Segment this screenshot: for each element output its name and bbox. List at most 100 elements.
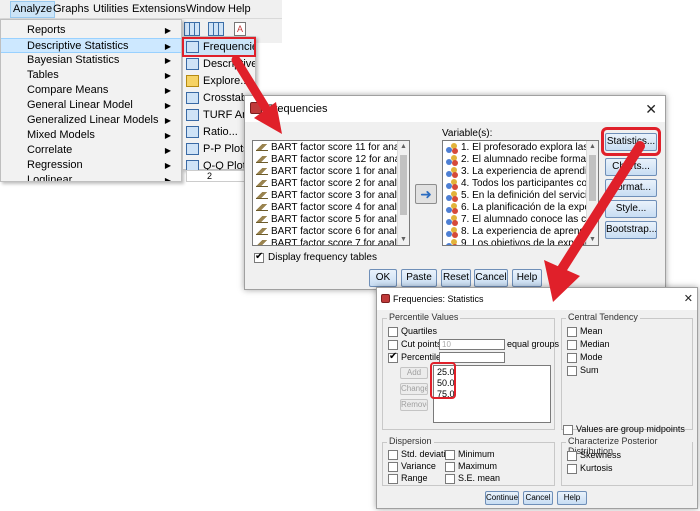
menu-item-reports[interactable]: Reports ▶ bbox=[1, 23, 181, 38]
cancel-button[interactable]: Cancel bbox=[474, 269, 508, 287]
change-button[interactable]: Change bbox=[400, 383, 428, 395]
median-checkbox[interactable] bbox=[567, 340, 577, 350]
scale-variable-icon bbox=[256, 180, 268, 187]
menu-item-tables[interactable]: Tables ▶ bbox=[1, 68, 181, 83]
help-button[interactable]: Help bbox=[557, 491, 587, 505]
menu-analyze[interactable]: Analyze bbox=[10, 1, 56, 18]
submenu-item-explore[interactable]: Explore... bbox=[183, 72, 255, 90]
list-item[interactable]: BART factor score 7 for analysis ... bbox=[253, 238, 409, 245]
list-item[interactable]: BART factor score 4 for analysis ... bbox=[253, 202, 409, 214]
mode-checkbox[interactable] bbox=[567, 353, 577, 363]
list-item[interactable]: 4. Todos los participantes colabo... bbox=[443, 178, 598, 190]
remove-button[interactable]: Remove bbox=[400, 399, 428, 411]
list-item[interactable]: BART factor score 12 for analysis... bbox=[253, 154, 409, 166]
range-checkbox[interactable] bbox=[388, 474, 398, 484]
list-item[interactable]: BART factor score 6 for analysis ... bbox=[253, 226, 409, 238]
menu-item-label: General Linear Model bbox=[27, 99, 133, 111]
se-mean-checkbox[interactable] bbox=[445, 474, 455, 484]
list-item[interactable]: 8. La experiencia de aprendizaje... bbox=[443, 226, 598, 238]
kurtosis-label: Kurtosis bbox=[580, 463, 613, 473]
help-button[interactable]: Help bbox=[512, 269, 542, 287]
menu-item-loglinear[interactable]: Loglinear ▶ bbox=[1, 173, 181, 181]
submenu-item-label: Ratio... bbox=[203, 126, 238, 138]
submenu-item-frequencies[interactable]: Frequencies... bbox=[182, 37, 256, 57]
frequencies-statistics-dialog: Frequencies: Statistics ✕ Percentile Val… bbox=[376, 287, 698, 509]
scroll-down-icon[interactable]: ▼ bbox=[398, 234, 409, 245]
cancel-button[interactable]: Cancel bbox=[523, 491, 553, 505]
reset-button[interactable]: Reset bbox=[441, 269, 471, 287]
source-variable-list[interactable]: BART factor score 11 for analysis... BAR… bbox=[252, 140, 410, 246]
posterior-distribution-group: Characterize Posterior Distribution Skew… bbox=[561, 436, 693, 486]
list-item[interactable]: BART factor score 11 for analysis... bbox=[253, 142, 409, 154]
group-midpoints-checkbox[interactable] bbox=[563, 425, 573, 435]
list-item[interactable]: BART factor score 5 for analysis ... bbox=[253, 214, 409, 226]
list-item[interactable]: BART factor score 1 for analysis ... bbox=[253, 166, 409, 178]
pp-plots-icon bbox=[186, 143, 199, 155]
menu-item-bayesian-statistics[interactable]: Bayesian Statistics ▶ bbox=[1, 53, 181, 68]
menu-help[interactable]: Help bbox=[228, 3, 251, 15]
menu-item-correlate[interactable]: Correlate ▶ bbox=[1, 143, 181, 158]
quartiles-checkbox[interactable] bbox=[388, 327, 398, 337]
target-variable-list[interactable]: 1. El profesorado explora las exp... 2. … bbox=[442, 140, 599, 246]
list-item[interactable]: 2. El alumnado recibe formación ... bbox=[443, 154, 598, 166]
variance-checkbox[interactable] bbox=[388, 462, 398, 472]
variable-grid-icon[interactable] bbox=[208, 22, 224, 36]
style-button[interactable]: Style... bbox=[605, 200, 657, 218]
list-item[interactable]: 7. El alumnado conoce las caract... bbox=[443, 214, 598, 226]
add-button[interactable]: Add bbox=[400, 367, 428, 379]
mean-checkbox[interactable] bbox=[567, 327, 577, 337]
menu-item-mixed-models[interactable]: Mixed Models ▶ bbox=[1, 128, 181, 143]
submenu-item-label: Explore... bbox=[203, 75, 250, 87]
bootstrap-button[interactable]: Bootstrap... bbox=[605, 221, 657, 239]
source-list-scrollbar[interactable]: ▲ ▼ bbox=[397, 141, 409, 245]
std-deviation-checkbox[interactable] bbox=[388, 450, 398, 460]
format-button[interactable]: Format... bbox=[605, 179, 657, 197]
paste-button[interactable]: Paste bbox=[401, 269, 437, 287]
menu-item-regression[interactable]: Regression ▶ bbox=[1, 158, 181, 173]
scrollbar-thumb[interactable] bbox=[589, 155, 596, 201]
analyze-menu: Reports ▶ Descriptive Statistics ▶ Bayesia… bbox=[0, 19, 182, 182]
list-item[interactable]: 5. En la definición del servicio se ... bbox=[443, 190, 598, 202]
percentiles-checkbox[interactable] bbox=[388, 351, 398, 363]
list-item[interactable]: 6. La planificación de la experien... bbox=[443, 202, 598, 214]
kurtosis-checkbox[interactable] bbox=[567, 464, 577, 474]
close-icon[interactable]: ✕ bbox=[645, 96, 657, 122]
skewness-checkbox[interactable] bbox=[567, 451, 577, 461]
list-item[interactable]: 3. La experiencia de aprendizaje-... bbox=[443, 166, 598, 178]
sum-checkbox[interactable] bbox=[567, 366, 577, 376]
turf-icon bbox=[186, 109, 199, 121]
minimum-checkbox[interactable] bbox=[445, 450, 455, 460]
display-frequency-tables-checkbox[interactable] bbox=[254, 251, 264, 263]
charts-button[interactable]: Charts... bbox=[605, 158, 657, 176]
scrollbar-thumb[interactable] bbox=[400, 155, 407, 215]
scroll-up-icon[interactable]: ▲ bbox=[587, 141, 598, 152]
list-item[interactable]: BART factor score 2 for analysis ... bbox=[253, 178, 409, 190]
menu-item-general-linear-model[interactable]: General Linear Model ▶ bbox=[1, 98, 181, 113]
descriptives-icon bbox=[186, 58, 199, 70]
move-variable-arrow-icon[interactable]: ➜ bbox=[415, 184, 437, 204]
menu-item-generalized-linear-models[interactable]: Generalized Linear Models ▶ bbox=[1, 113, 181, 128]
menu-graphs[interactable]: Graphs bbox=[53, 3, 89, 15]
text-icon[interactable]: A bbox=[234, 22, 246, 36]
menu-extensions[interactable]: Extensions bbox=[132, 3, 186, 15]
data-grid-icon[interactable] bbox=[184, 22, 200, 36]
cut-points-checkbox[interactable] bbox=[388, 340, 398, 350]
cut-points-input[interactable]: 10 bbox=[439, 339, 505, 350]
target-list-scrollbar[interactable]: ▲ ▼ bbox=[586, 141, 598, 245]
ok-button[interactable]: OK bbox=[369, 269, 397, 287]
continue-button[interactable]: Continue bbox=[485, 491, 519, 505]
list-item[interactable]: 1. El profesorado explora las exp... bbox=[443, 142, 598, 154]
scroll-up-icon[interactable]: ▲ bbox=[398, 141, 409, 152]
scroll-down-icon[interactable]: ▼ bbox=[587, 234, 598, 245]
menu-item-descriptive-statistics[interactable]: Descriptive Statistics ▶ bbox=[1, 38, 181, 53]
menu-utilities[interactable]: Utilities bbox=[93, 3, 128, 15]
submenu-item-descriptives[interactable]: Descriptives... bbox=[183, 55, 255, 73]
menu-window[interactable]: Window bbox=[186, 3, 225, 15]
list-item[interactable]: 9. Los objetivos de la experiencia... bbox=[443, 238, 598, 245]
list-item[interactable]: BART factor score 3 for analysis ... bbox=[253, 190, 409, 202]
frequencies-icon bbox=[186, 41, 199, 53]
close-icon[interactable]: ✕ bbox=[684, 288, 693, 310]
maximum-checkbox[interactable] bbox=[445, 462, 455, 472]
menu-item-compare-means[interactable]: Compare Means ▶ bbox=[1, 83, 181, 98]
menu-item-label: Compare Means bbox=[27, 84, 109, 96]
